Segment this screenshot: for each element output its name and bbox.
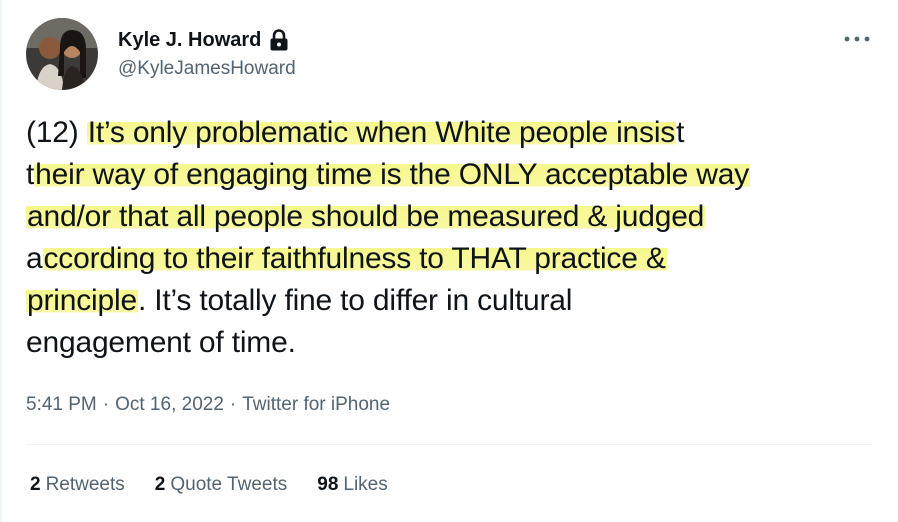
lock-icon [270, 29, 288, 51]
quote-tweets-count: 2 [154, 474, 166, 495]
retweets-label: Retweets [45, 474, 125, 495]
tweet-text-plain: a [26, 242, 43, 275]
more-icon [844, 36, 870, 42]
user-handle[interactable]: @KyleJamesHoward [118, 58, 296, 80]
tweet-text-highlight: It’s only problematic when White people … [86, 116, 677, 149]
tweet-date[interactable]: Oct 16, 2022 [115, 394, 224, 416]
display-name[interactable]: Kyle J. Howard [118, 29, 261, 52]
tweet-text-highlight: and/or that all people should be measure… [26, 200, 706, 233]
tweet-source[interactable]: Twitter for iPhone [242, 394, 390, 416]
tweet-text-highlight: principle [26, 284, 138, 317]
retweets-count: 2 [30, 474, 41, 495]
tweet-text-plain: engagement of time. [26, 326, 296, 359]
quote-tweets-label: Quote Tweets [170, 474, 288, 495]
tweet-line: their way of engaging time is the ONLY a… [26, 154, 886, 196]
tweet-line: according to their faithfulness to THAT … [26, 238, 886, 280]
tweet-text-plain: . It’s totally fine to differ in cultura… [137, 284, 573, 317]
quote-tweets-link[interactable]: 2 Quote Tweets [155, 474, 287, 496]
likes-link[interactable]: 98 Likes [317, 474, 388, 496]
tweet-text: (12) It’s only problematic when White pe… [26, 112, 886, 364]
tweet-time[interactable]: 5:41 PM [26, 394, 97, 416]
tweet-line: (12) It’s only problematic when White pe… [26, 112, 886, 154]
likes-label: Likes [343, 474, 388, 495]
tweet-text-highlight: heir way of engaging time is the ONLY ac… [34, 158, 751, 191]
meta-separator: · [102, 394, 110, 415]
left-border [0, 0, 2, 522]
retweets-link[interactable]: 2 Retweets [30, 474, 125, 496]
tweet-text-plain: t [676, 116, 685, 149]
more-options-button[interactable] [842, 30, 872, 48]
tweet-metadata: 5:41 PM · Oct 16, 2022 · Twitter for iPh… [26, 394, 390, 416]
avatar-photo-icon [26, 18, 98, 90]
tweet-line: principle. It’s totally fine to differ i… [26, 280, 886, 322]
divider [26, 444, 872, 445]
engagement-stats: 2 Retweets 2 Quote Tweets 98 Likes [30, 474, 388, 496]
tweet-line: engagement of time. [26, 322, 886, 364]
tweet-text-plain: (12) [26, 116, 87, 149]
avatar[interactable] [26, 18, 98, 90]
tweet-text-plain: t [26, 158, 35, 191]
meta-separator: · [229, 394, 237, 415]
tweet-line: and/or that all people should be measure… [26, 196, 886, 238]
likes-count: 98 [317, 474, 339, 495]
tweet-text-highlight: ccording to their faithfulness to THAT p… [42, 242, 667, 275]
